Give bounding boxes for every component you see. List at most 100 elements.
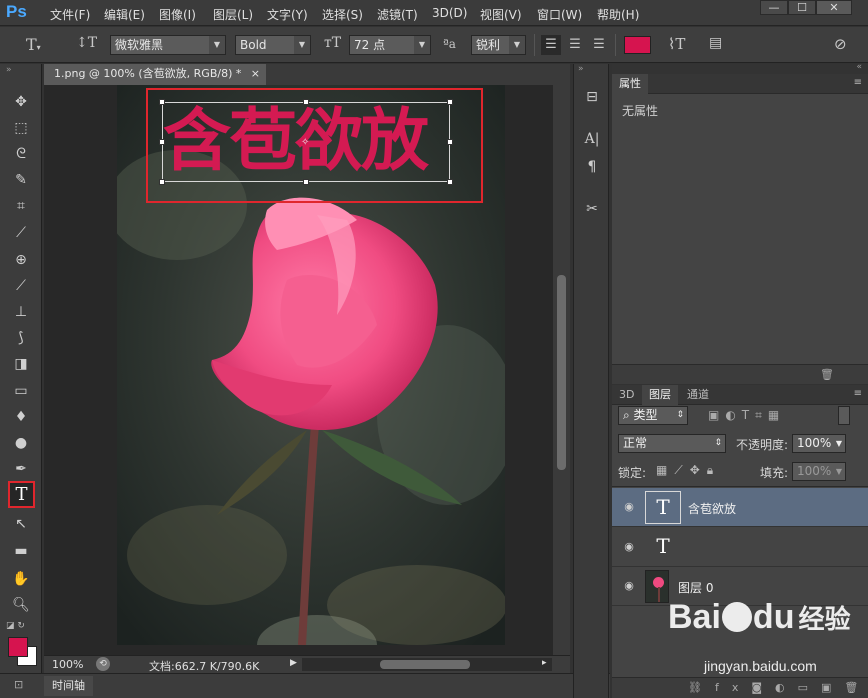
canvas-image[interactable]: 含苞欲放 ✧ bbox=[117, 85, 505, 645]
zoom-tool-icon[interactable]: 🔍︎ bbox=[9, 594, 33, 616]
crop-tool-icon[interactable]: ⌗ bbox=[9, 195, 33, 217]
text-orientation-icon[interactable]: ↕T bbox=[76, 35, 97, 51]
font-style-select[interactable]: Bold ▼ bbox=[235, 35, 311, 55]
blur-tool-icon[interactable]: ♦ bbox=[9, 406, 33, 428]
character-icon[interactable]: A| bbox=[580, 128, 604, 150]
opacity-input[interactable]: 100% ▼ bbox=[792, 434, 846, 453]
layer-name[interactable]: 含苞欲放 bbox=[688, 500, 736, 517]
antialias-select[interactable]: 锐利 ▼ bbox=[471, 35, 526, 55]
type-tool-icon[interactable]: T bbox=[8, 481, 35, 508]
layer-filter-select[interactable]: ⌕ 类型 ⇕ bbox=[618, 406, 688, 425]
chevron-down-icon: ▼ bbox=[835, 439, 842, 448]
warp-text-icon[interactable]: ⌇T bbox=[668, 35, 685, 53]
tab-strip bbox=[266, 64, 570, 85]
watermark-brand-text-2: du bbox=[752, 598, 795, 636]
hand-tool-icon[interactable]: ✋ bbox=[9, 568, 33, 590]
type-tool-preset-icon[interactable]: T▾ bbox=[26, 35, 41, 54]
healing-brush-tool-icon[interactable]: ⊕ bbox=[9, 249, 33, 271]
align-right-icon[interactable]: ☰ bbox=[589, 35, 609, 55]
blend-mode-select[interactable]: 正常 ⇕ bbox=[618, 434, 726, 453]
font-family-select[interactable]: 微软雅黑 ▼ bbox=[110, 35, 226, 55]
eye-icon[interactable]: ◉ bbox=[621, 540, 637, 554]
maximize-button[interactable]: ☐ bbox=[788, 0, 816, 15]
tool-presets-icon[interactable]: ⊟ bbox=[580, 86, 604, 108]
menu-layer[interactable]: 图层(L) bbox=[213, 6, 253, 23]
menu-filter[interactable]: 滤镜(T) bbox=[377, 6, 418, 23]
paragraph-icon[interactable]: ¶ bbox=[580, 156, 604, 178]
panel-menu-icon[interactable]: ≡ bbox=[854, 77, 862, 88]
foreground-color-swatch[interactable] bbox=[8, 637, 28, 657]
close-button[interactable]: ✕ bbox=[816, 0, 852, 15]
brush-tool-icon[interactable]: ⟋ bbox=[9, 275, 33, 297]
no-properties-text: 无属性 bbox=[622, 104, 659, 118]
character-panel-icon[interactable]: ▤ bbox=[709, 35, 722, 51]
eraser-tool-icon[interactable]: ◨ bbox=[9, 353, 33, 375]
text-color-swatch[interactable] bbox=[624, 36, 651, 54]
opacity-label: 不透明度: bbox=[736, 438, 789, 452]
gradient-tool-icon[interactable]: ▭ bbox=[9, 380, 33, 402]
brush-settings-icon[interactable]: ✂ bbox=[580, 198, 604, 220]
filter-toggle[interactable] bbox=[838, 406, 850, 425]
lock-icons[interactable]: ▦⟋✥🔒︎ bbox=[656, 463, 720, 478]
vertical-scrollbar[interactable] bbox=[553, 85, 570, 655]
scroll-right-icon[interactable]: ▸ bbox=[542, 658, 547, 668]
collapse-icon[interactable]: » bbox=[6, 65, 12, 75]
menu-view[interactable]: 视图(V) bbox=[480, 6, 522, 23]
tab-channels[interactable]: 通道 bbox=[680, 385, 716, 405]
baidu-watermark: Bai du 经验 jingyan.baidu.com bbox=[668, 598, 868, 698]
eye-icon[interactable]: ◉ bbox=[621, 579, 637, 593]
layer-row[interactable]: ◉ T bbox=[612, 528, 868, 567]
marquee-tool-icon[interactable]: ⬚ bbox=[9, 117, 33, 139]
vertical-scroll-thumb[interactable] bbox=[557, 275, 566, 470]
tab-properties[interactable]: 属性 bbox=[612, 74, 648, 94]
pen-tool-icon[interactable]: ✒ bbox=[9, 458, 33, 480]
layer-name[interactable]: 图层 0 bbox=[678, 579, 713, 596]
menu-edit[interactable]: 编辑(E) bbox=[104, 6, 145, 23]
zoom-level[interactable]: 100% bbox=[52, 658, 83, 671]
collapse-panels-icon[interactable]: « bbox=[856, 62, 862, 72]
expand-icon[interactable]: » bbox=[578, 64, 584, 74]
lasso-tool-icon[interactable]: ᘓ bbox=[9, 143, 33, 165]
layer-filter-icons[interactable]: ▣◐T⌗▦ bbox=[708, 408, 785, 423]
horizontal-scrollbar[interactable] bbox=[302, 658, 552, 671]
tab-3d[interactable]: 3D bbox=[612, 385, 641, 405]
clone-stamp-tool-icon[interactable]: ⊥ bbox=[9, 301, 33, 323]
minimize-button[interactable]: — bbox=[760, 0, 788, 15]
layer-row[interactable]: ◉ T 含苞欲放 bbox=[612, 488, 868, 527]
trash-icon[interactable]: 🗑︎ bbox=[820, 368, 834, 381]
menu-bar: Ps 文件(F) 编辑(E) 图像(I) 图层(L) 文字(Y) 选择(S) 滤… bbox=[0, 0, 868, 26]
horizontal-scroll-thumb[interactable] bbox=[380, 660, 470, 669]
opacity-value: 100% bbox=[797, 436, 832, 450]
eyedropper-tool-icon[interactable]: ⟋ bbox=[9, 222, 33, 244]
timeline-tab[interactable]: 时间轴 bbox=[44, 676, 93, 696]
document-tab[interactable]: 1.png @ 100% (含苞欲放, RGB/8) * × bbox=[44, 64, 266, 85]
default-colors-icon[interactable]: ◪ ↻ bbox=[6, 621, 25, 631]
menu-image[interactable]: 图像(I) bbox=[159, 6, 196, 23]
cancel-icon[interactable]: ⊘ bbox=[834, 35, 847, 53]
fill-input[interactable]: 100% ▼ bbox=[792, 462, 846, 481]
watermark-sub: 经验 bbox=[798, 604, 851, 634]
history-brush-tool-icon[interactable]: ⟆ bbox=[9, 327, 33, 349]
menu-help[interactable]: 帮助(H) bbox=[597, 6, 639, 23]
menu-window[interactable]: 窗口(W) bbox=[537, 6, 582, 23]
menu-file[interactable]: 文件(F) bbox=[50, 6, 90, 23]
text-layer-thumbnail-icon: T bbox=[656, 534, 670, 558]
path-select-tool-icon[interactable]: ↖ bbox=[9, 513, 33, 535]
dodge-tool-icon[interactable]: ● bbox=[9, 432, 33, 454]
font-size-select[interactable]: 72 点 ▼ bbox=[349, 35, 431, 55]
rectangle-tool-icon[interactable]: ▬ bbox=[9, 540, 33, 562]
panel-menu-icon[interactable]: ≡ bbox=[854, 388, 862, 399]
close-tab-icon[interactable]: × bbox=[251, 64, 260, 84]
move-tool-icon[interactable]: ✥ bbox=[9, 91, 33, 113]
tab-layers[interactable]: 图层 bbox=[642, 385, 678, 405]
share-icon[interactable]: ⟲ bbox=[96, 657, 110, 671]
align-center-icon[interactable]: ☰ bbox=[565, 35, 585, 55]
menu-type[interactable]: 文字(Y) bbox=[267, 6, 308, 23]
align-left-icon[interactable]: ☰ bbox=[541, 35, 561, 55]
menu-3d[interactable]: 3D(D) bbox=[432, 6, 467, 20]
timeline-icon[interactable]: ⊡ bbox=[14, 678, 23, 691]
menu-select[interactable]: 选择(S) bbox=[322, 6, 363, 23]
eye-icon[interactable]: ◉ bbox=[621, 500, 637, 514]
status-menu-icon[interactable]: ▶ bbox=[290, 658, 297, 668]
quick-select-tool-icon[interactable]: ✎ bbox=[9, 169, 33, 191]
